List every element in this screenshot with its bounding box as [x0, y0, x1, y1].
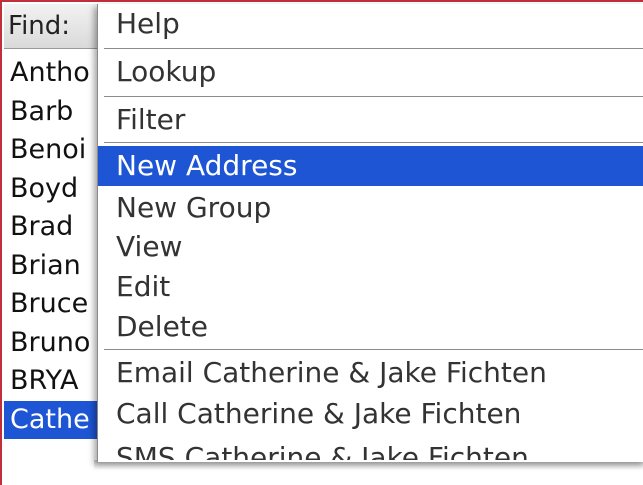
- menu-item-help[interactable]: Help: [98, 4, 643, 44]
- menu-item-sms-contact[interactable]: SMS Catherine & Jake Fichten: [98, 438, 643, 460]
- address-book-screen: Find: Antho Barb Benoi Boyd Brad Brian B…: [0, 0, 643, 485]
- menu-item-call-contact[interactable]: Call Catherine & Jake Fichten: [98, 394, 643, 434]
- menu-item-new-group[interactable]: New Group: [98, 188, 643, 228]
- find-label: Find:: [8, 11, 71, 41]
- menu-separator: [104, 349, 643, 350]
- menu-item-lookup[interactable]: Lookup: [98, 52, 643, 92]
- menu-item-view[interactable]: View: [98, 227, 643, 267]
- menu-item-email-contact[interactable]: Email Catherine & Jake Fichten: [98, 353, 643, 393]
- menu-separator: [104, 142, 643, 143]
- menu-item-edit[interactable]: Edit: [98, 267, 643, 307]
- context-menu: Help Lookup Filter New Address New Group…: [97, 4, 643, 462]
- menu-separator: [104, 96, 643, 97]
- menu-item-new-address[interactable]: New Address: [98, 146, 643, 186]
- menu-separator: [104, 48, 643, 49]
- menu-item-delete[interactable]: Delete: [98, 307, 643, 347]
- menu-item-filter[interactable]: Filter: [98, 100, 643, 140]
